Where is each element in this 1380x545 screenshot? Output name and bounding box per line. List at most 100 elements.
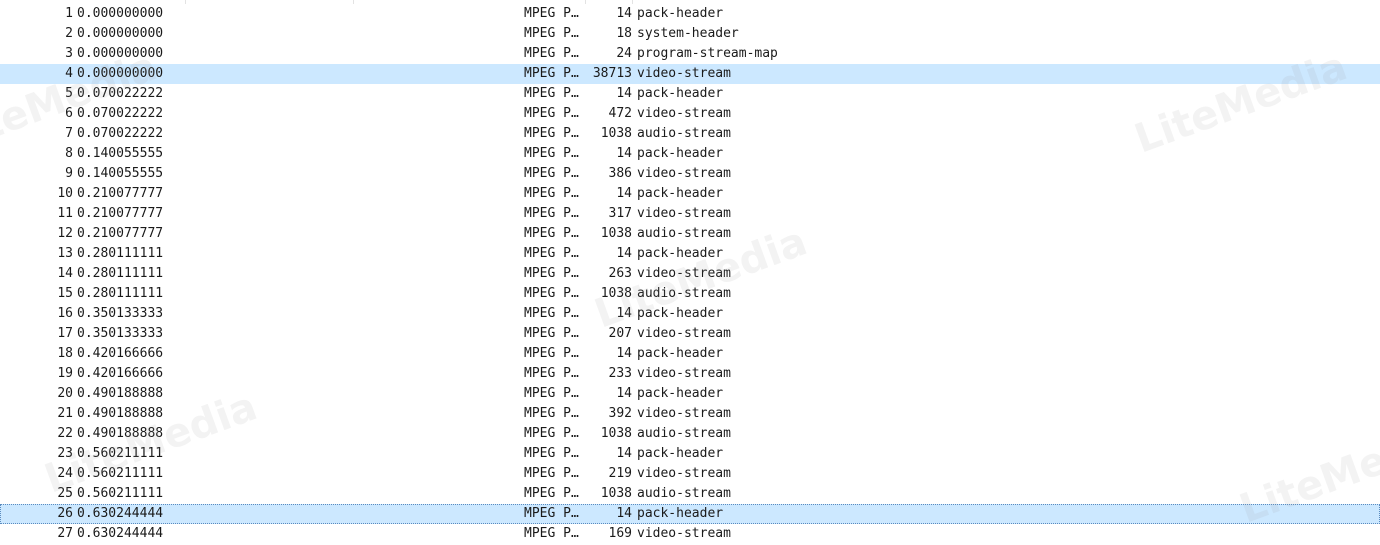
packet-protocol: MPEG P… bbox=[524, 526, 579, 541]
packet-length: 14 bbox=[616, 506, 632, 521]
packet-time: 0.000000000 bbox=[77, 66, 164, 81]
packet-length: 14 bbox=[616, 186, 632, 201]
packet-row[interactable]: 16 0.350133333 MPEG P… 14 pack-header bbox=[0, 304, 1380, 324]
packet-time: 0.070022222 bbox=[77, 126, 164, 141]
packet-info: audio-stream bbox=[637, 286, 731, 301]
packet-protocol: MPEG P… bbox=[524, 486, 579, 501]
packet-length: 1038 bbox=[600, 126, 632, 141]
packet-row[interactable]: 17 0.350133333 MPEG P… 207 video-stream bbox=[0, 324, 1380, 344]
packet-row[interactable]: 25 0.560211111 MPEG P… 1038 audio-stream bbox=[0, 484, 1380, 504]
packet-time: 0.140055555 bbox=[77, 146, 164, 161]
packet-protocol: MPEG P… bbox=[524, 186, 579, 201]
packet-number: 16 bbox=[57, 306, 73, 321]
packet-row[interactable]: 4 0.000000000 MPEG P… 38713 video-stream bbox=[0, 64, 1380, 84]
packet-time: 0.070022222 bbox=[77, 106, 164, 121]
packet-row[interactable]: 1 0.000000000 MPEG P… 14 pack-header bbox=[0, 4, 1380, 24]
packet-length: 38713 bbox=[592, 66, 632, 81]
packet-row[interactable]: 9 0.140055555 MPEG P… 386 video-stream bbox=[0, 164, 1380, 184]
packet-info: video-stream bbox=[637, 66, 731, 81]
packet-length: 219 bbox=[608, 466, 632, 481]
packet-row[interactable]: 6 0.070022222 MPEG P… 472 video-stream bbox=[0, 104, 1380, 124]
packet-protocol: MPEG P… bbox=[524, 246, 579, 261]
packet-row[interactable]: 5 0.070022222 MPEG P… 14 pack-header bbox=[0, 84, 1380, 104]
packet-protocol: MPEG P… bbox=[524, 466, 579, 481]
packet-row[interactable]: 14 0.280111111 MPEG P… 263 video-stream bbox=[0, 264, 1380, 284]
packet-number: 7 bbox=[65, 126, 73, 141]
packet-time: 0.490188888 bbox=[77, 406, 164, 421]
packet-length: 14 bbox=[616, 346, 632, 361]
packet-row[interactable]: 11 0.210077777 MPEG P… 317 video-stream bbox=[0, 204, 1380, 224]
packet-info: audio-stream bbox=[637, 226, 731, 241]
packet-number: 13 bbox=[57, 246, 73, 261]
packet-info: pack-header bbox=[637, 386, 724, 401]
packet-row[interactable]: 20 0.490188888 MPEG P… 14 pack-header bbox=[0, 384, 1380, 404]
packet-number: 10 bbox=[57, 186, 73, 201]
packet-protocol: MPEG P… bbox=[524, 306, 579, 321]
packet-protocol: MPEG P… bbox=[524, 366, 579, 381]
packet-number: 22 bbox=[57, 426, 73, 441]
packet-number: 27 bbox=[57, 526, 73, 541]
packet-time: 0.140055555 bbox=[77, 166, 164, 181]
packet-info: video-stream bbox=[637, 106, 731, 121]
packet-time: 0.070022222 bbox=[77, 86, 164, 101]
packet-protocol: MPEG P… bbox=[524, 506, 579, 521]
packet-protocol: MPEG P… bbox=[524, 386, 579, 401]
packet-time: 0.000000000 bbox=[77, 6, 164, 21]
packet-row[interactable]: 23 0.560211111 MPEG P… 14 pack-header bbox=[0, 444, 1380, 464]
packet-number: 24 bbox=[57, 466, 73, 481]
packet-time: 0.000000000 bbox=[77, 26, 164, 41]
packet-protocol: MPEG P… bbox=[524, 346, 579, 361]
packet-row[interactable]: 7 0.070022222 MPEG P… 1038 audio-stream bbox=[0, 124, 1380, 144]
packet-info: pack-header bbox=[637, 346, 724, 361]
packet-info: pack-header bbox=[637, 146, 724, 161]
packet-row[interactable]: 8 0.140055555 MPEG P… 14 pack-header bbox=[0, 144, 1380, 164]
packet-time: 0.560211111 bbox=[77, 466, 164, 481]
packet-protocol: MPEG P… bbox=[524, 266, 579, 281]
packet-length: 263 bbox=[608, 266, 632, 281]
packet-row[interactable]: 2 0.000000000 MPEG P… 18 system-header bbox=[0, 24, 1380, 44]
packet-number: 14 bbox=[57, 266, 73, 281]
packet-protocol: MPEG P… bbox=[524, 446, 579, 461]
packet-info: audio-stream bbox=[637, 426, 731, 441]
packet-row[interactable]: 13 0.280111111 MPEG P… 14 pack-header bbox=[0, 244, 1380, 264]
packet-info: pack-header bbox=[637, 306, 724, 321]
packet-info: pack-header bbox=[637, 506, 724, 521]
packet-info: pack-header bbox=[637, 446, 724, 461]
packet-number: 3 bbox=[65, 46, 73, 61]
packet-info: video-stream bbox=[637, 166, 731, 181]
packet-time: 0.280111111 bbox=[77, 286, 164, 301]
packet-length: 233 bbox=[608, 366, 632, 381]
packet-info: pack-header bbox=[637, 246, 724, 261]
packet-length: 1038 bbox=[600, 486, 632, 501]
packet-length: 24 bbox=[616, 46, 632, 61]
packet-time: 0.420166666 bbox=[77, 366, 164, 381]
packet-row[interactable]: 15 0.280111111 MPEG P… 1038 audio-stream bbox=[0, 284, 1380, 304]
packet-time: 0.560211111 bbox=[77, 446, 164, 461]
packet-row[interactable]: 12 0.210077777 MPEG P… 1038 audio-stream bbox=[0, 224, 1380, 244]
packet-list[interactable]: 1 0.000000000 MPEG P… 14 pack-header 2 0.00000… bbox=[0, 4, 1380, 544]
packet-number: 21 bbox=[57, 406, 73, 421]
packet-number: 12 bbox=[57, 226, 73, 241]
packet-row[interactable]: 10 0.210077777 MPEG P… 14 pack-header bbox=[0, 184, 1380, 204]
packet-info: system-header bbox=[637, 26, 739, 41]
packet-row[interactable]: 21 0.490188888 MPEG P… 392 video-stream bbox=[0, 404, 1380, 424]
packet-row[interactable]: 19 0.420166666 MPEG P… 233 video-stream bbox=[0, 364, 1380, 384]
packet-protocol: MPEG P… bbox=[524, 146, 579, 161]
packet-row[interactable]: 18 0.420166666 MPEG P… 14 pack-header bbox=[0, 344, 1380, 364]
packet-row[interactable]: 27 0.630244444 MPEG P… 169 video-stream bbox=[0, 524, 1380, 544]
packet-row[interactable]: 24 0.560211111 MPEG P… 219 video-stream bbox=[0, 464, 1380, 484]
packet-time: 0.630244444 bbox=[77, 526, 164, 541]
packet-protocol: MPEG P… bbox=[524, 106, 579, 121]
packet-info: audio-stream bbox=[637, 486, 731, 501]
packet-time: 0.280111111 bbox=[77, 266, 164, 281]
packet-number: 23 bbox=[57, 446, 73, 461]
packet-row[interactable]: 22 0.490188888 MPEG P… 1038 audio-stream bbox=[0, 424, 1380, 444]
packet-time: 0.490188888 bbox=[77, 386, 164, 401]
packet-protocol: MPEG P… bbox=[524, 206, 579, 221]
packet-number: 5 bbox=[65, 86, 73, 101]
packet-length: 1038 bbox=[600, 426, 632, 441]
packet-info: pack-header bbox=[637, 6, 724, 21]
packet-row[interactable]: 26 0.630244444 MPEG P… 14 pack-header bbox=[0, 504, 1380, 524]
packet-row[interactable]: 3 0.000000000 MPEG P… 24 program-stream-map bbox=[0, 44, 1380, 64]
packet-info: video-stream bbox=[637, 266, 731, 281]
